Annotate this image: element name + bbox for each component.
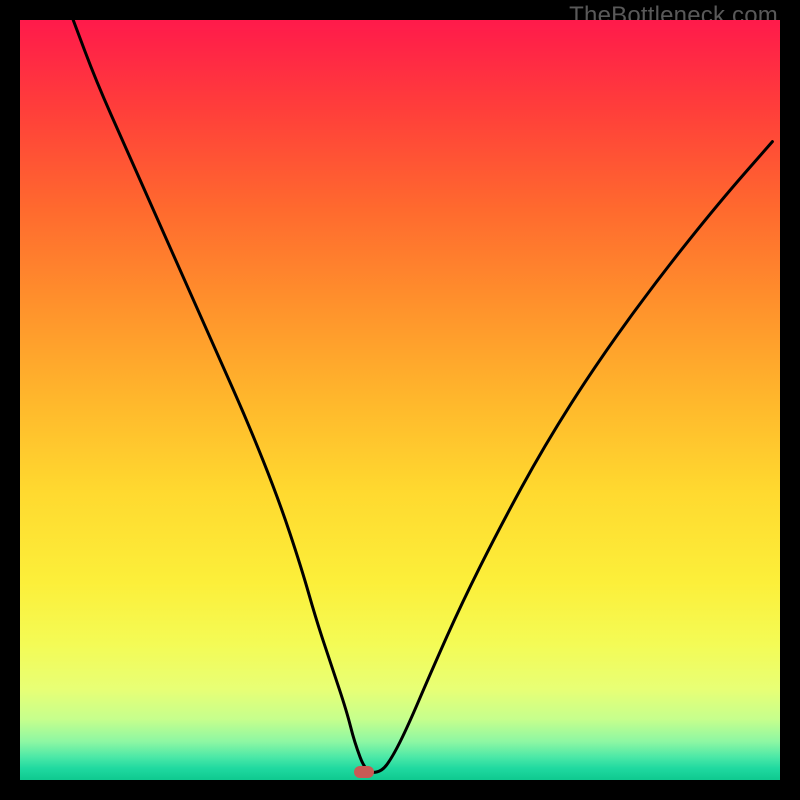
bottleneck-curve (20, 20, 780, 780)
plot-area (20, 20, 780, 780)
optimum-marker (354, 766, 374, 778)
chart-frame: TheBottleneck.com (0, 0, 800, 800)
curve-path (73, 20, 772, 772)
